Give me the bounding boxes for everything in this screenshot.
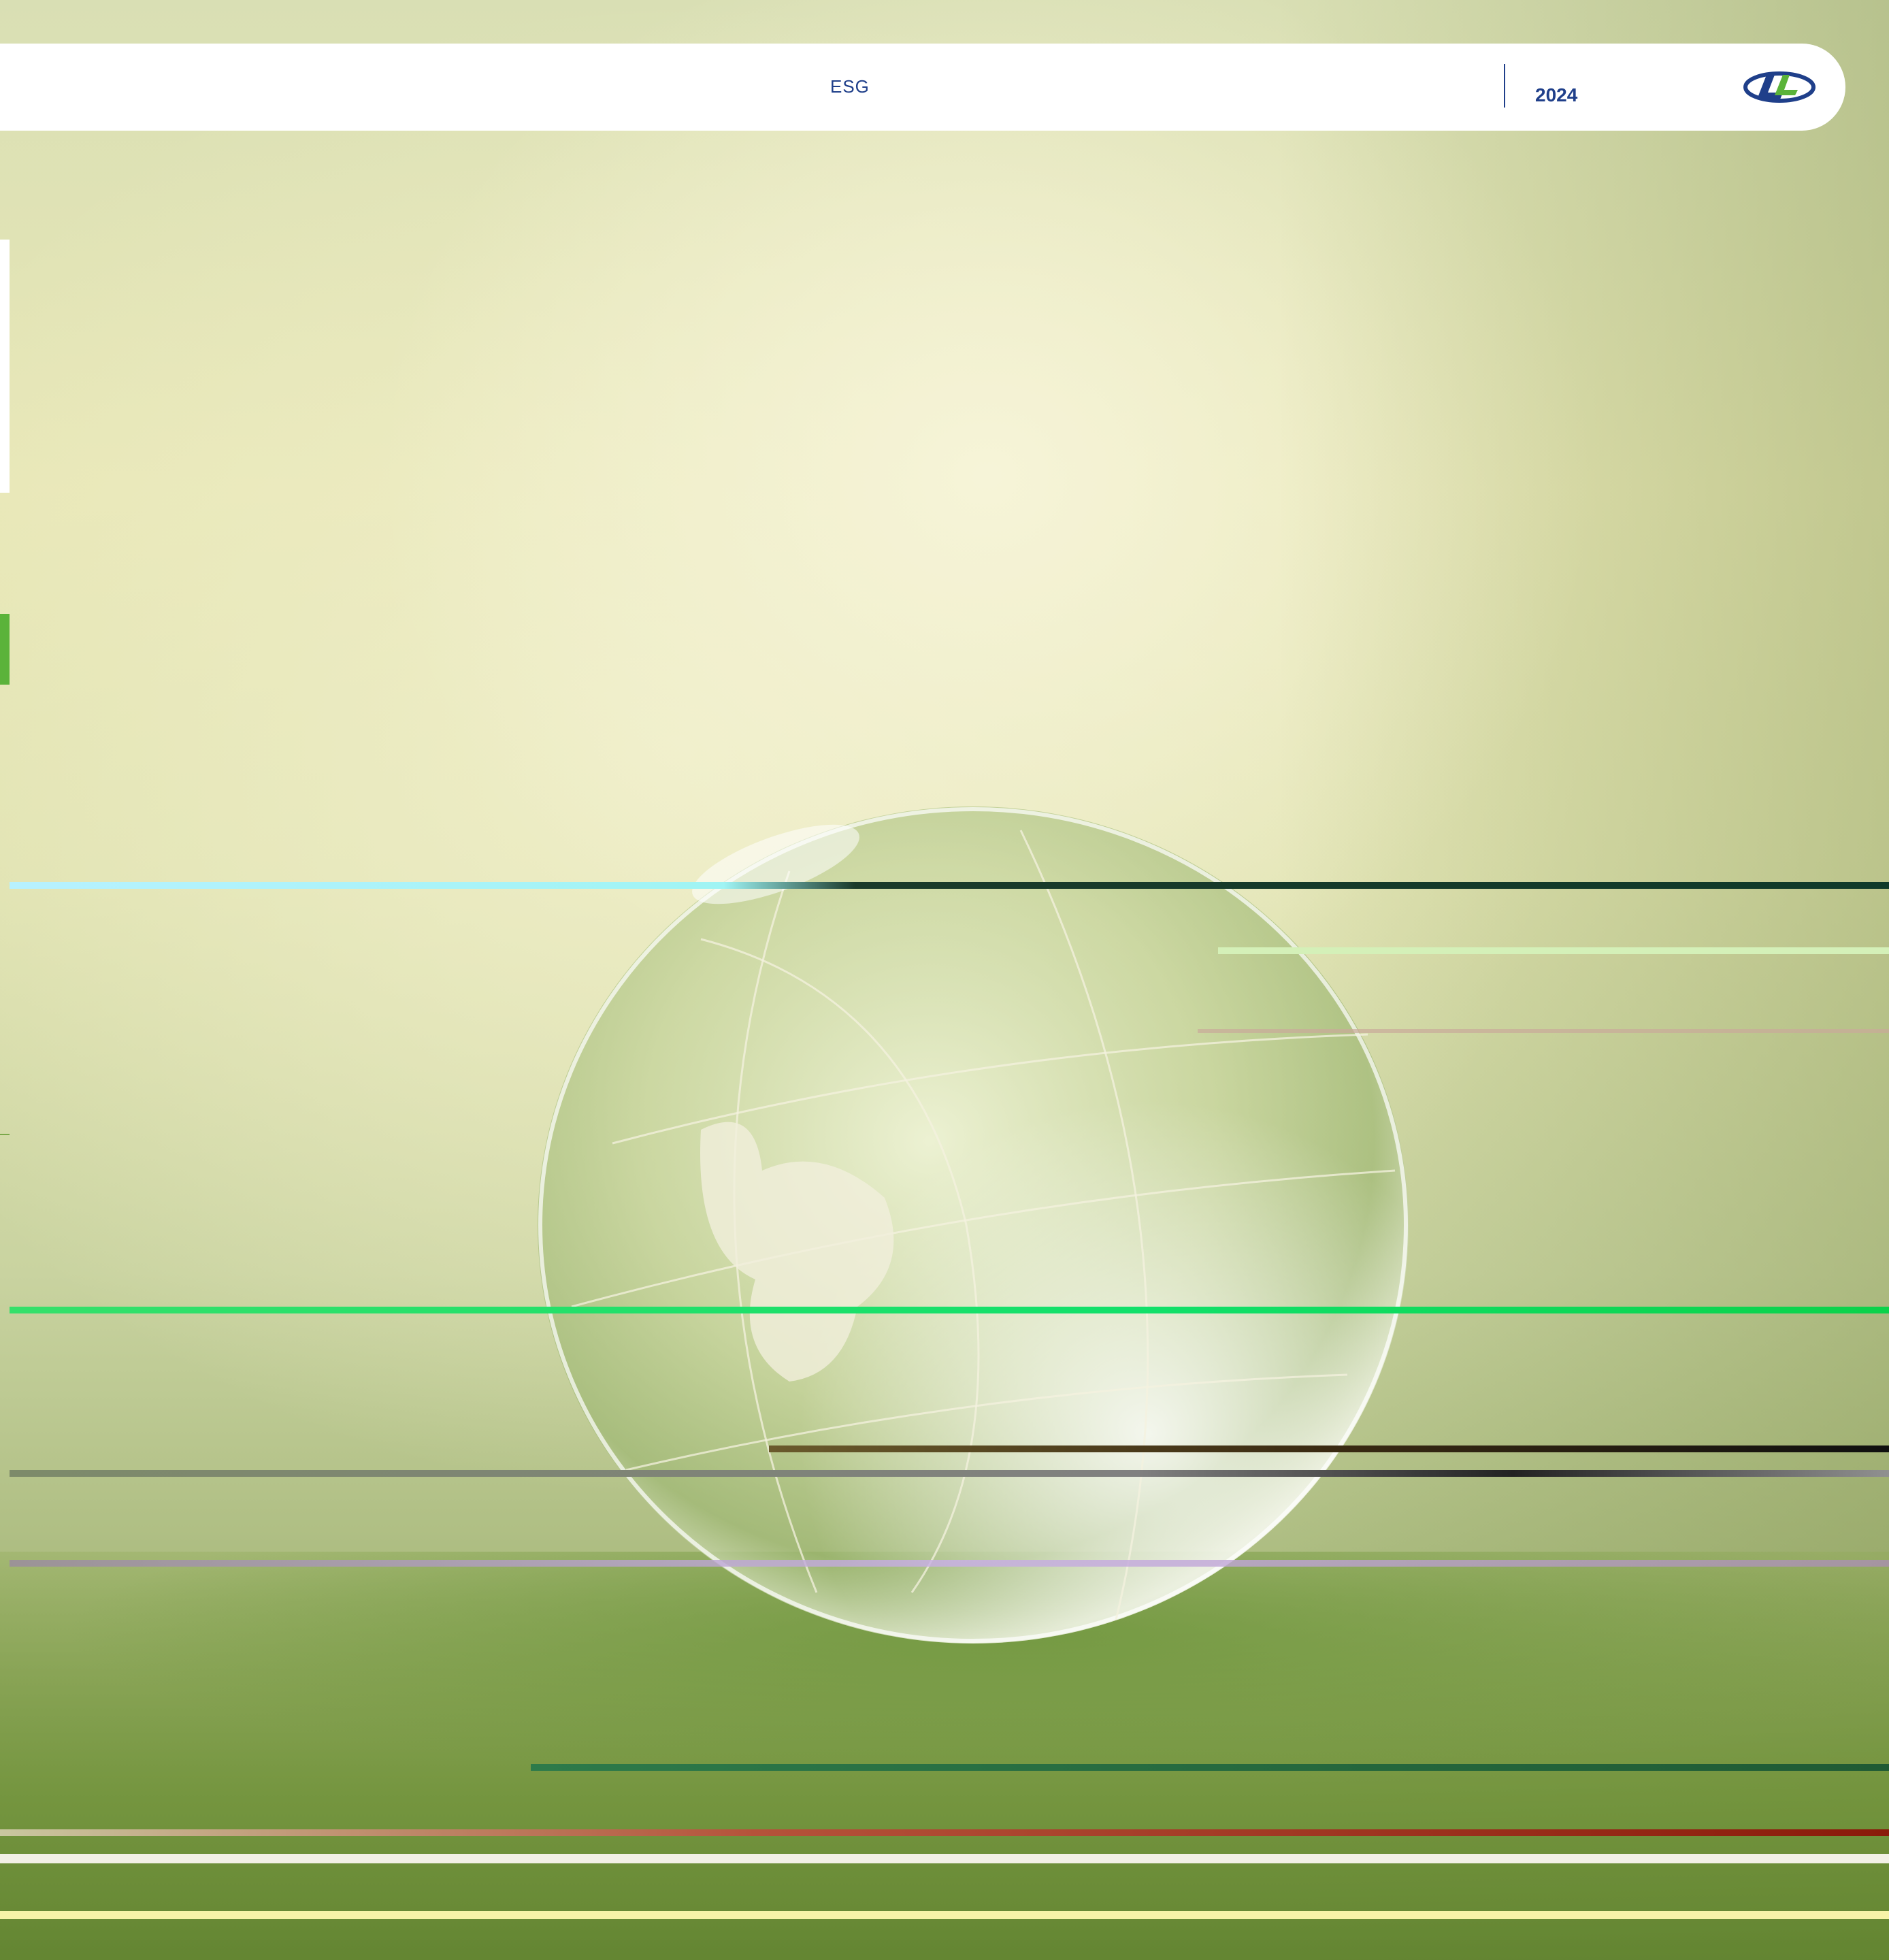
glitch-stripe <box>10 1307 1889 1313</box>
left-green-marker <box>0 614 10 685</box>
glitch-stripe <box>531 1764 1889 1771</box>
glitch-stripe <box>0 1829 1889 1836</box>
report-title: ESG <box>830 76 870 97</box>
left-white-marker <box>0 240 10 493</box>
glitch-stripe <box>10 1470 1889 1477</box>
glitch-stripe <box>1218 947 1889 954</box>
header-divider <box>1504 64 1505 108</box>
glitch-stripe <box>10 882 1889 889</box>
left-thin-line <box>0 1134 10 1135</box>
glitch-stripe <box>0 1911 1889 1919</box>
report-year: 2024 <box>1535 84 1578 105</box>
glitch-stripe <box>1198 1029 1889 1033</box>
glitch-stripe <box>10 1560 1889 1567</box>
glass-globe-illustration <box>538 806 1409 1644</box>
glitch-stripe <box>0 1854 1889 1863</box>
glitch-stripe <box>769 1446 1889 1452</box>
ll-logo-icon <box>1743 71 1816 103</box>
